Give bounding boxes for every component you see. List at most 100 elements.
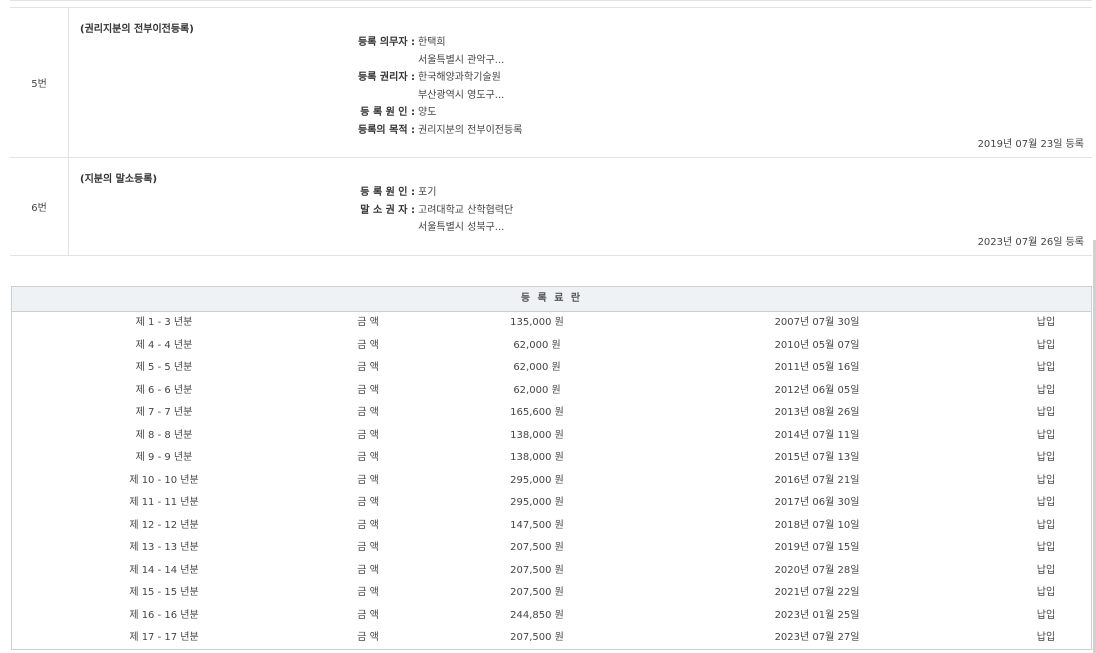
detail-value: 권리지분의 전부이전등록 — [418, 122, 522, 140]
fee-amount-label: 금 액 — [348, 402, 388, 425]
detail-value: 한국해양과학기술원 — [418, 69, 501, 87]
fee-paid-date: 2023년 01월 25일 — [752, 605, 882, 628]
fee-amount: 138,000 원 — [482, 425, 592, 448]
fee-period: 제 13 - 13 년분 — [94, 537, 234, 560]
fee-amount: 138,000 원 — [482, 447, 592, 470]
detail-label: 등록 의무자 : — [358, 34, 415, 52]
detail-line: 서울특별시 관악구... — [69, 52, 1092, 70]
fee-paid-date: 2010년 05월 07일 — [752, 335, 882, 358]
fee-amount: 207,500 원 — [482, 582, 592, 605]
fee-paid-date: 2011년 05월 16일 — [752, 357, 882, 380]
fee-row: 제 14 - 14 년분금 액207,500 원2020년 07월 28일납입 — [12, 560, 1091, 583]
fee-status: 납입 — [1022, 470, 1070, 493]
fee-period: 제 12 - 12 년분 — [94, 515, 234, 538]
detail-line: 등록 의무자 : 한택희 — [69, 34, 1092, 52]
fee-status: 납입 — [1022, 425, 1070, 448]
fee-status: 납입 — [1022, 560, 1070, 583]
fee-period: 제 8 - 8 년분 — [94, 425, 234, 448]
fee-amount: 207,500 원 — [482, 560, 592, 583]
fee-status: 납입 — [1022, 605, 1070, 628]
fee-amount-label: 금 액 — [348, 537, 388, 560]
detail-value: 부산광역시 영도구... — [418, 87, 504, 105]
fee-row: 제 15 - 15 년분금 액207,500 원2021년 07월 22일납입 — [12, 582, 1091, 605]
fee-amount: 147,500 원 — [482, 515, 592, 538]
fee-paid-date: 2015년 07월 13일 — [752, 447, 882, 470]
fee-amount: 295,000 원 — [482, 470, 592, 493]
fee-amount-label: 금 액 — [348, 470, 388, 493]
detail-value: 고려대학교 산학협력단 — [418, 202, 513, 220]
detail-line: 등록의 목적 : 권리지분의 전부이전등록 — [69, 122, 1092, 140]
fee-amount: 135,000 원 — [482, 312, 592, 335]
detail-label: 말 소 권 자 : — [360, 202, 415, 220]
registration-content: (권리지분의 전부이전등록) 등록 의무자 : 한택희 서울특별시 관악구...… — [69, 8, 1092, 157]
detail-line: 서울특별시 성북구... — [69, 219, 1092, 237]
fee-status: 납입 — [1022, 335, 1070, 358]
fee-period: 제 9 - 9 년분 — [94, 447, 234, 470]
fee-amount: 165,600 원 — [482, 402, 592, 425]
fee-row: 제 12 - 12 년분금 액147,500 원2018년 07월 10일납입 — [12, 515, 1091, 538]
fee-status: 납입 — [1022, 402, 1070, 425]
fee-amount: 244,850 원 — [482, 605, 592, 628]
fee-period: 제 17 - 17 년분 — [94, 627, 234, 650]
detail-value: 포기 — [418, 184, 436, 202]
fee-amount: 62,000 원 — [482, 380, 592, 403]
fee-period: 제 6 - 6 년분 — [94, 380, 234, 403]
fee-status: 납입 — [1022, 582, 1070, 605]
detail-label: 등 록 원 인 : — [360, 184, 415, 202]
detail-label: 등록 권리자 : — [358, 69, 415, 87]
fee-amount-label: 금 액 — [348, 447, 388, 470]
fee-paid-date: 2013년 08월 26일 — [752, 402, 882, 425]
detail-value: 서울특별시 관악구... — [418, 52, 504, 70]
fee-period: 제 7 - 7 년분 — [94, 402, 234, 425]
fee-status: 납입 — [1022, 357, 1070, 380]
fee-amount-label: 금 액 — [348, 425, 388, 448]
fee-status: 납입 — [1022, 537, 1070, 560]
fee-period: 제 4 - 4 년분 — [94, 335, 234, 358]
fee-period: 제 16 - 16 년분 — [94, 605, 234, 628]
fee-amount-label: 금 액 — [348, 560, 388, 583]
fee-paid-date: 2007년 07월 30일 — [752, 312, 882, 335]
fee-amount-label: 금 액 — [348, 515, 388, 538]
registration-details: 등 록 원 인 : 포기 말 소 권 자 : 고려대학교 산학협력단 서울특별시… — [69, 184, 1092, 237]
fee-row: 제 8 - 8 년분 금 액 138,000 원 2014년 07월 11일 납입 — [12, 425, 1091, 448]
fee-row: 제 4 - 4 년분금 액62,000 원2010년 05월 07일납입 — [12, 335, 1091, 358]
registration-date: 2019년 07월 23일 등록 — [978, 135, 1084, 150]
fee-row: 제 7 - 7 년분 금 액 165,600 원 2013년 08월 26일 납입 — [12, 402, 1091, 425]
detail-line: 말 소 권 자 : 고려대학교 산학협력단 — [69, 202, 1092, 220]
fee-amount-label: 금 액 — [348, 335, 388, 358]
registration-fee-panel: 등 록 료 란 제 1 - 3 년분금 액135,000 원2007년 07월 … — [11, 286, 1092, 650]
detail-line: 등록 권리자 : 한국해양과학기술원 — [69, 69, 1092, 87]
fee-row: 제 13 - 13 년분 금 액 207,500 원 2019년 07월 15일 납입 — [12, 537, 1091, 560]
fee-amount-label: 금 액 — [348, 627, 388, 650]
fee-row: 제 1 - 3 년분금 액135,000 원2007년 07월 30일납입 — [12, 312, 1091, 335]
fee-row: 제 17 - 17 년분금 액207,500 원2023년 07월 27일납입 — [12, 627, 1091, 650]
detail-line: 부산광역시 영도구... — [69, 87, 1092, 105]
detail-value: 서울특별시 성북구... — [418, 219, 504, 237]
fee-row: 제 11 - 11 년분금 액295,000 원2017년 06월 30일납입 — [12, 492, 1091, 515]
fee-amount-label: 금 액 — [348, 312, 388, 335]
detail-value: 양도 — [418, 104, 436, 122]
fee-status: 납입 — [1022, 380, 1070, 403]
fee-row: 제 16 - 16 년분금 액244,850 원2023년 01월 25일납입 — [12, 605, 1091, 628]
fee-status: 납입 — [1022, 447, 1070, 470]
fee-amount-label: 금 액 — [348, 380, 388, 403]
registration-history-table: 5번 (권리지분의 전부이전등록) 등록 의무자 : 한택희 서울특별시 관악구… — [10, 0, 1092, 256]
fee-period: 제 1 - 3 년분 — [94, 312, 234, 335]
fee-paid-date: 2019년 07월 15일 — [752, 537, 882, 560]
registration-number: 6번 — [10, 158, 69, 255]
fee-paid-date: 2020년 07월 28일 — [752, 560, 882, 583]
fee-amount: 207,500 원 — [482, 537, 592, 560]
registration-content: (지분의 말소등록) 등 록 원 인 : 포기 말 소 권 자 : 고려대학교 … — [69, 158, 1092, 255]
registration-details: 등록 의무자 : 한택희 서울특별시 관악구... 등록 권리자 : 한국해양과… — [69, 34, 1092, 139]
fee-panel-header: 등 록 료 란 — [12, 287, 1091, 312]
fee-paid-date: 2021년 07월 22일 — [752, 582, 882, 605]
fee-status: 납입 — [1022, 515, 1070, 538]
fee-period: 제 5 - 5 년분 — [94, 357, 234, 380]
registration-date: 2023년 07월 26일 등록 — [978, 233, 1084, 248]
fee-paid-date: 2014년 07월 11일 — [752, 425, 882, 448]
fee-paid-date: 2017년 06월 30일 — [752, 492, 882, 515]
detail-label: 등 록 원 인 : — [360, 104, 415, 122]
fee-amount: 295,000 원 — [482, 492, 592, 515]
registration-row: 5번 (권리지분의 전부이전등록) 등록 의무자 : 한택희 서울특별시 관악구… — [10, 7, 1092, 158]
fee-status: 납입 — [1022, 627, 1070, 650]
